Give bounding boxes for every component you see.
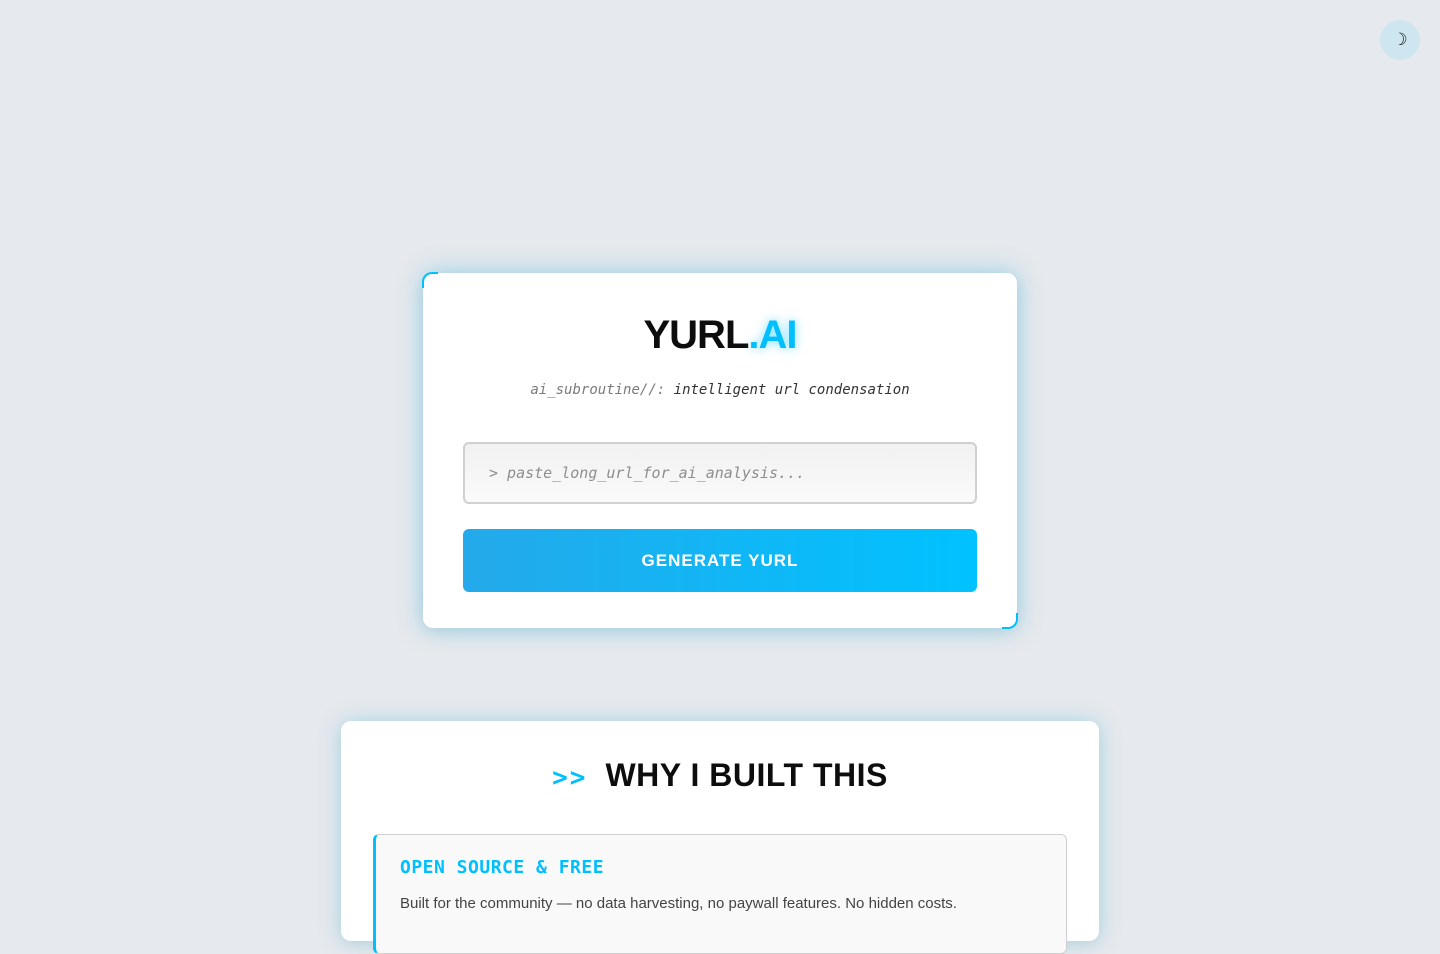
section-heading: >> WHY I BUILT THIS: [341, 757, 1099, 794]
url-input[interactable]: [463, 442, 977, 504]
section-heading-text: WHY I BUILT THIS: [605, 757, 888, 793]
chevron-arrows-icon: >>: [552, 763, 588, 793]
about-section: >> WHY I BUILT THIS OPEN SOURCE & FREE Bu…: [341, 721, 1099, 954]
brand-logo: YURL.AI: [423, 313, 1017, 358]
feature-title: OPEN SOURCE & FREE: [400, 857, 605, 878]
moon-icon: ☽: [1392, 30, 1408, 50]
brand-name: YURL: [643, 313, 749, 357]
brand-accent: .AI: [748, 313, 797, 357]
tagline-text: intelligent url condensation: [673, 382, 910, 398]
shortener-card: YURL.AI ai_subroutine//: intelligent url…: [422, 272, 1018, 629]
theme-toggle-button[interactable]: ☽: [1380, 20, 1420, 60]
tagline-prefix: ai_subroutine//:: [530, 382, 666, 398]
feature-card: OPEN SOURCE & FREE Built for the communi…: [373, 834, 1067, 954]
generate-button[interactable]: GENERATE YURL: [463, 529, 977, 592]
tagline: ai_subroutine//: intelligent url condens…: [423, 382, 1017, 398]
feature-text: Built for the community — no data harves…: [400, 895, 957, 912]
